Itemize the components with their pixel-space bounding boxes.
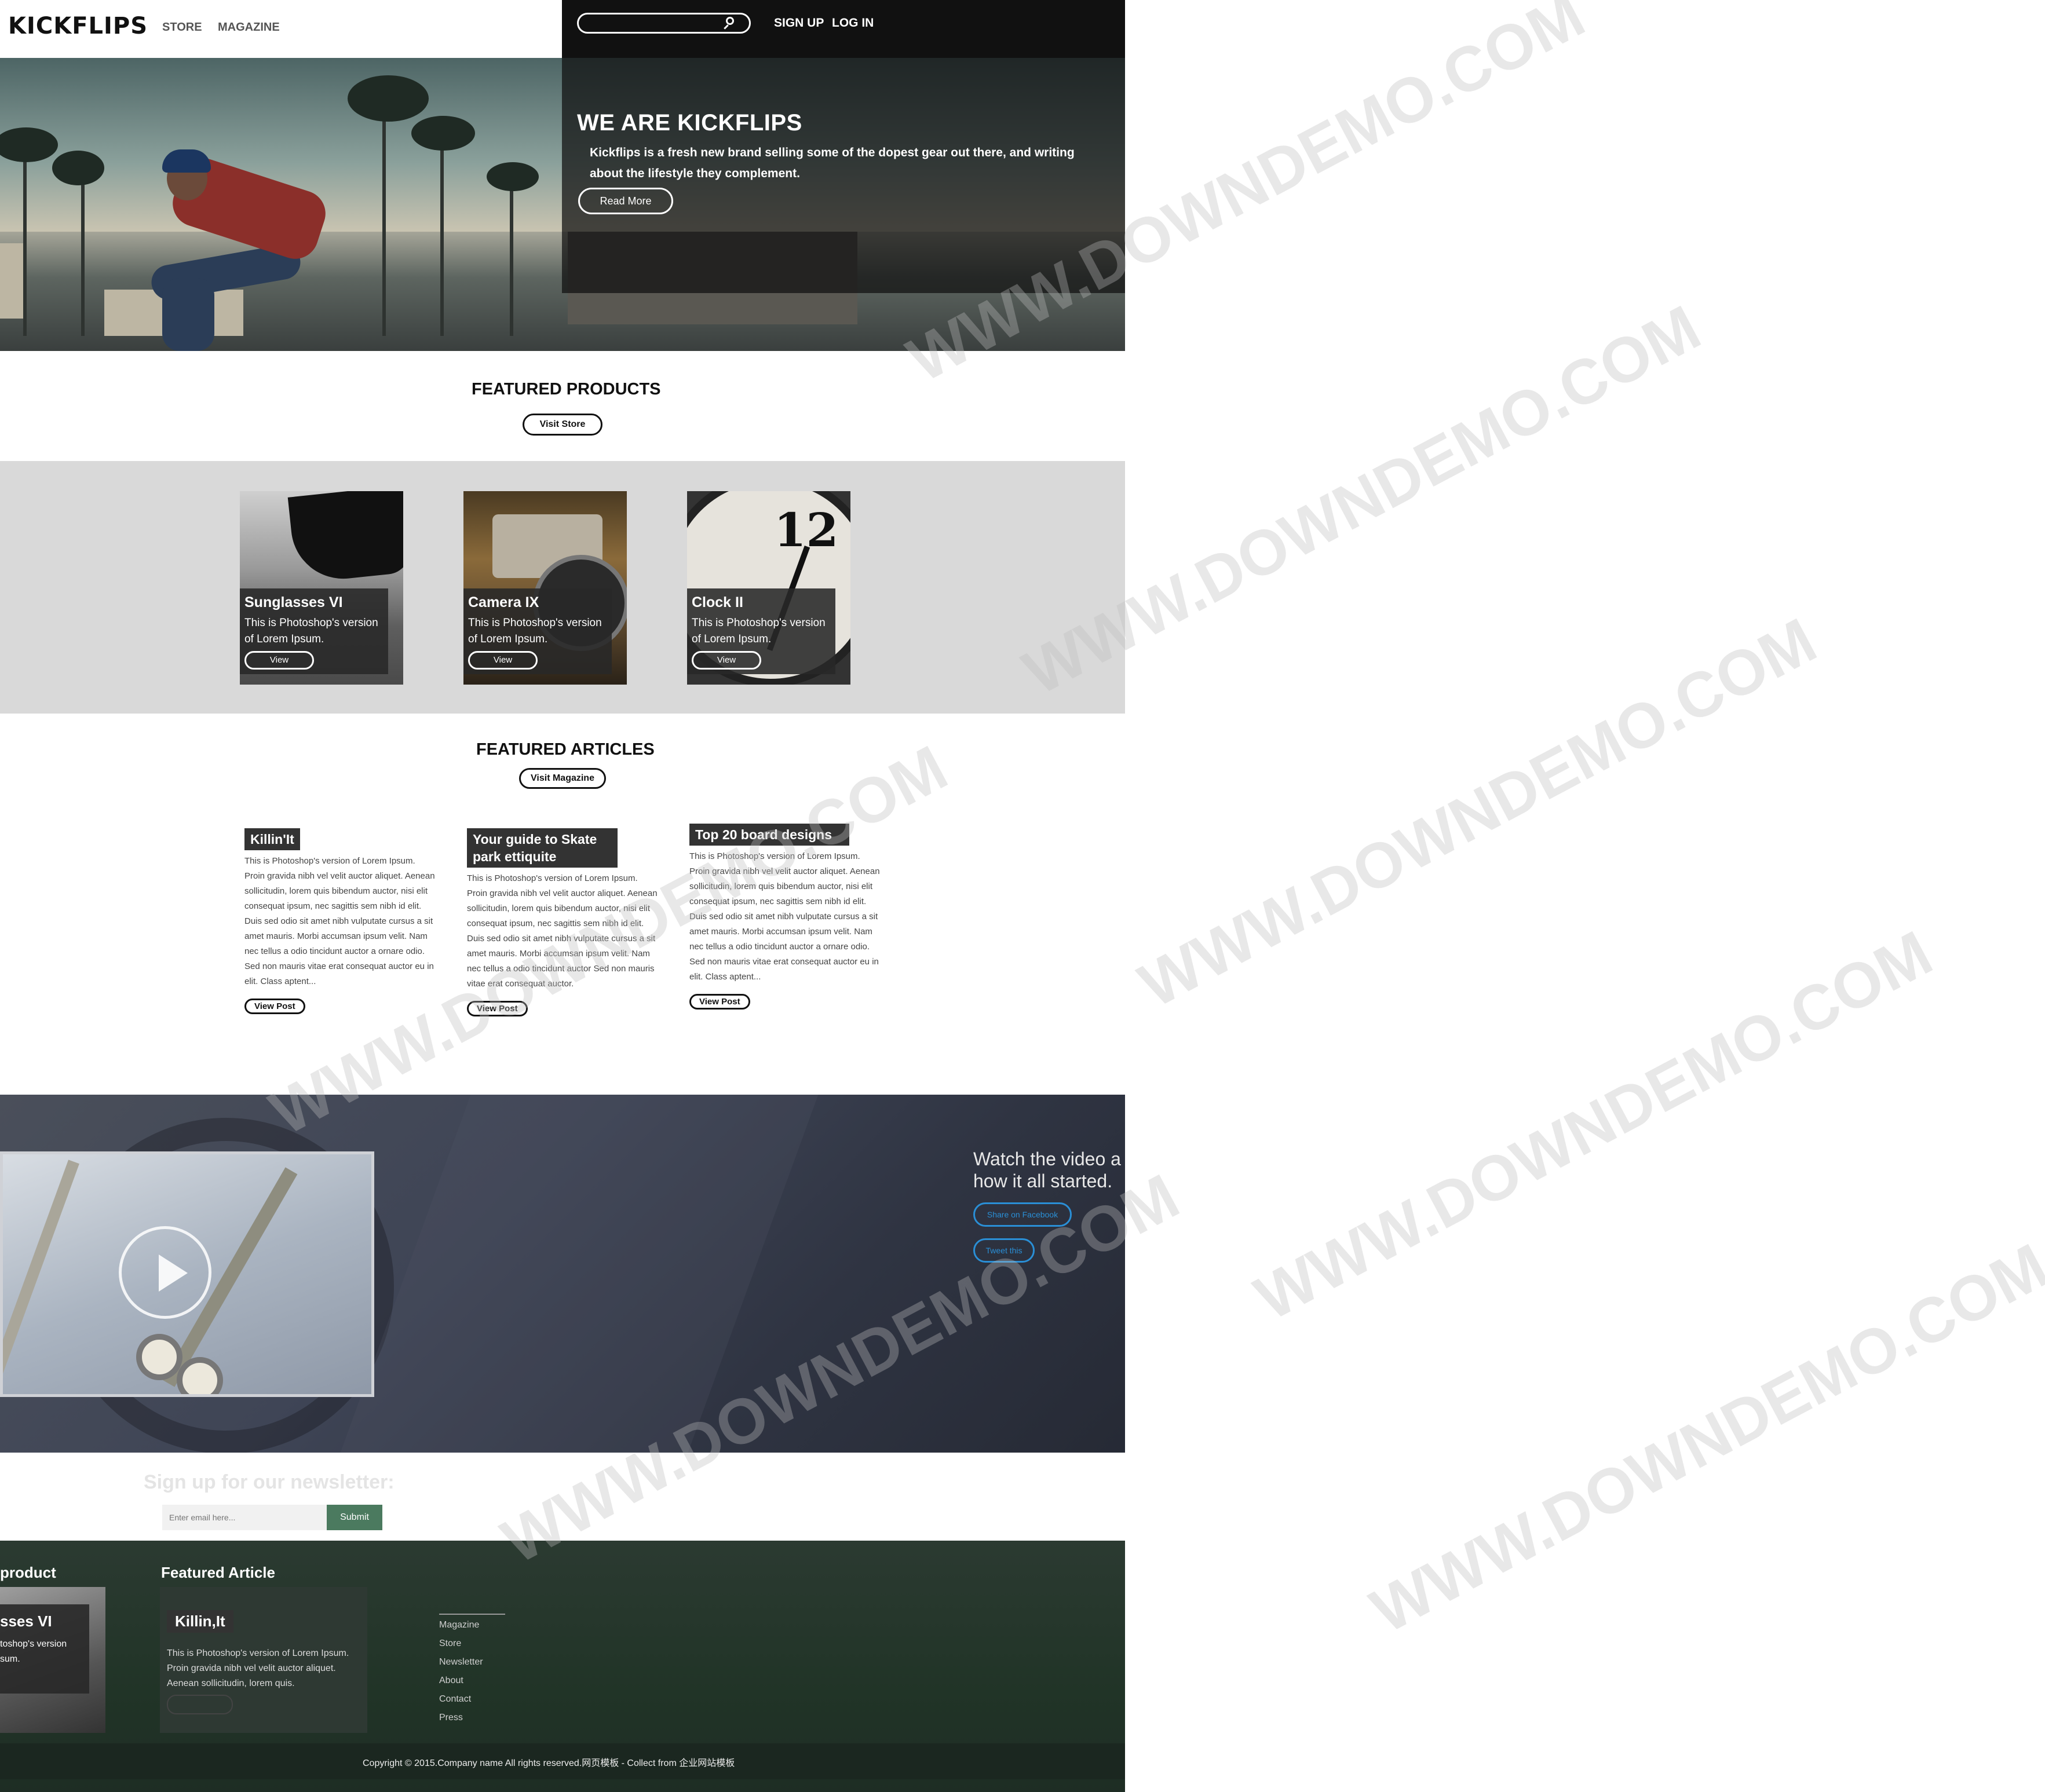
site-logo[interactable]: KICKFLIPS <box>8 13 148 39</box>
nav-magazine[interactable]: MAGAZINE <box>218 21 280 34</box>
article-text: This is Photoshop's version of Lorem Ips… <box>467 873 658 989</box>
footer-product-card[interactable]: sses VI toshop's version sum. <box>0 1587 105 1733</box>
article-card: Top 20 board designs This is Photoshop's… <box>689 824 881 1010</box>
palm-tree <box>440 127 444 336</box>
article-text: This is Photoshop's version of Lorem Ips… <box>689 851 880 982</box>
palm-tree <box>348 75 429 122</box>
hero-banner <box>0 58 1125 351</box>
product-caption: Clock II This is Photoshop's version of … <box>687 588 835 674</box>
product-name: sses VI <box>0 1612 52 1630</box>
building <box>0 243 23 319</box>
palm-tree <box>487 162 539 191</box>
product-desc: This is Photoshop's version of Lorem Ips… <box>692 617 826 645</box>
footer-divider <box>439 1614 505 1615</box>
copyright-text: Copyright © 2015.Company name All rights… <box>363 1758 735 1768</box>
search-icon[interactable] <box>726 17 734 25</box>
article-text: This is Photoshop's version of Lorem Ips… <box>167 1648 349 1688</box>
footer-link-contact[interactable]: Contact <box>439 1690 483 1709</box>
footer-link-store[interactable]: Store <box>439 1634 483 1653</box>
hero-title: WE ARE KICKFLIPS <box>577 110 802 136</box>
product-caption: Sunglasses VI This is Photoshop's versio… <box>240 588 388 674</box>
view-post-button[interactable]: View Post <box>467 1001 528 1016</box>
hero-text: Kickflips is a fresh new brand selling s… <box>590 146 1075 180</box>
skater <box>162 149 211 173</box>
video-heading-line: how it all started. <box>973 1171 1113 1191</box>
article-title[interactable]: Killin'It <box>244 828 300 850</box>
article-text: This is Photoshop's version of Lorem Ips… <box>244 856 435 986</box>
newsletter-title: Sign up for our newsletter: <box>144 1471 395 1493</box>
product-caption: Camera IX This is Photoshop's version of… <box>463 588 612 674</box>
newsletter-submit-button[interactable]: Submit <box>327 1505 382 1530</box>
article-card: Killin'It This is Photoshop's version of… <box>244 828 436 1014</box>
tweet-button[interactable]: Tweet this <box>973 1238 1035 1263</box>
palm-tree <box>382 93 386 336</box>
skater <box>162 278 214 351</box>
featured-products-title: FEATURED PRODUCTS <box>472 380 661 398</box>
palm-tree <box>510 174 513 336</box>
product-card[interactable]: Sunglasses VI This is Photoshop's versio… <box>240 491 403 685</box>
view-product-button[interactable]: View <box>692 651 761 670</box>
watermark: WWW.DOWNDEMO.COM <box>1360 1230 2045 1647</box>
view-post-button[interactable] <box>167 1695 233 1714</box>
footer-article-heading: Featured Article <box>161 1564 275 1581</box>
read-more-button[interactable]: Read More <box>578 188 673 214</box>
article-title[interactable]: Killin,It <box>167 1610 233 1633</box>
product-card[interactable]: 12 Clock II This is Photoshop's version … <box>687 491 850 685</box>
view-product-button[interactable]: View <box>244 651 314 670</box>
product-desc: This is Photoshop's version of Lorem Ips… <box>244 617 378 645</box>
palm-tree <box>411 116 475 151</box>
footer-links: Magazine Store Newsletter About Contact … <box>439 1616 483 1727</box>
footer-link-newsletter[interactable]: Newsletter <box>439 1653 483 1672</box>
footer-link-magazine[interactable]: Magazine <box>439 1616 483 1634</box>
product-name: Clock II <box>692 594 743 610</box>
footer-product-heading: product <box>0 1564 56 1581</box>
product-name: Sunglasses VI <box>244 594 343 610</box>
product-card[interactable]: Camera IX This is Photoshop's version of… <box>463 491 627 685</box>
search-input[interactable] <box>577 13 751 34</box>
play-icon[interactable] <box>119 1226 211 1319</box>
video-heading-line: Watch the video a <box>973 1149 1121 1169</box>
nav-store[interactable]: STORE <box>162 21 202 34</box>
visit-magazine-button[interactable]: Visit Magazine <box>519 768 606 789</box>
featured-articles-title: FEATURED ARTICLES <box>476 740 655 759</box>
article-title[interactable]: Top 20 board designs <box>689 824 849 846</box>
view-post-button[interactable]: View Post <box>689 994 750 1010</box>
watermark: WWW.DOWNDEMO.COM <box>1128 604 1828 1022</box>
log-in-link[interactable]: LOG IN <box>832 16 874 30</box>
share-facebook-button[interactable]: Share on Facebook <box>973 1202 1072 1227</box>
page: KICKFLIPS STORE MAGAZINE SIGN UP LOG IN … <box>0 0 2045 1792</box>
video-player[interactable] <box>0 1151 374 1397</box>
product-caption: sses VI toshop's version sum. <box>0 1604 89 1694</box>
sign-up-link[interactable]: SIGN UP <box>774 16 824 30</box>
product-desc: This is Photoshop's version of Lorem Ips… <box>468 617 602 645</box>
article-title[interactable]: Your guide to Skate park ettiquite <box>467 828 618 868</box>
product-desc: toshop's version sum. <box>0 1639 67 1664</box>
visit-store-button[interactable]: Visit Store <box>523 414 602 436</box>
video-heading: Watch the video a how it all started. <box>973 1148 1125 1192</box>
view-product-button[interactable]: View <box>468 651 538 670</box>
view-post-button[interactable]: View Post <box>244 999 305 1014</box>
palm-tree <box>23 145 27 336</box>
newsletter-email-input[interactable] <box>162 1505 327 1530</box>
footer-link-press[interactable]: Press <box>439 1709 483 1727</box>
footer-link-about[interactable]: About <box>439 1672 483 1690</box>
palm-tree <box>81 162 85 336</box>
watermark: WWW.DOWNDEMO.COM <box>1244 917 1944 1334</box>
footer-article-card: Killin,It This is Photoshop's version of… <box>160 1587 367 1733</box>
product-name: Camera IX <box>468 594 539 610</box>
article-card: Your guide to Skate park ettiquite This … <box>467 828 658 1016</box>
palm-tree <box>52 151 104 185</box>
